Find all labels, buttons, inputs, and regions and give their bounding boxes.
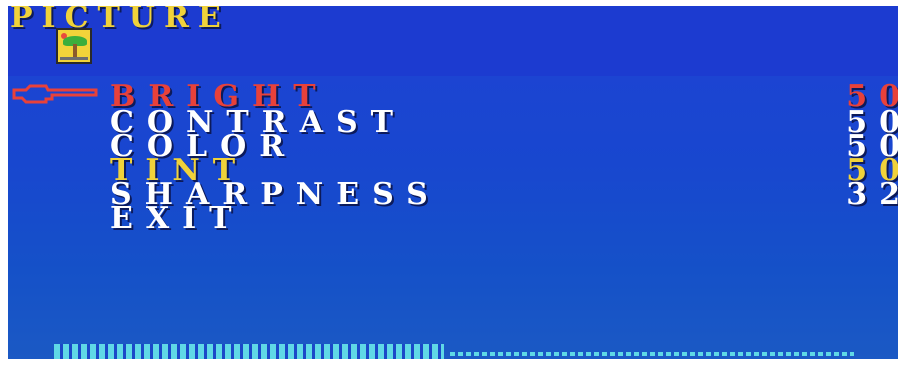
level-bar-fill	[54, 344, 444, 359]
level-bar-track	[450, 352, 854, 356]
menu-item-exit[interactable]: EXIT	[8, 201, 898, 236]
menu-title: PICTURE	[10, 6, 230, 35]
osd-screen: PICTURE BRIGHT 50 CONTRAST 50 COLOR 50 T…	[8, 6, 898, 359]
menu-item-label: EXIT	[110, 201, 245, 236]
menu-item-value: 32	[846, 177, 898, 212]
level-bar[interactable]	[54, 344, 854, 359]
palm-tree-picture-icon	[56, 28, 92, 64]
